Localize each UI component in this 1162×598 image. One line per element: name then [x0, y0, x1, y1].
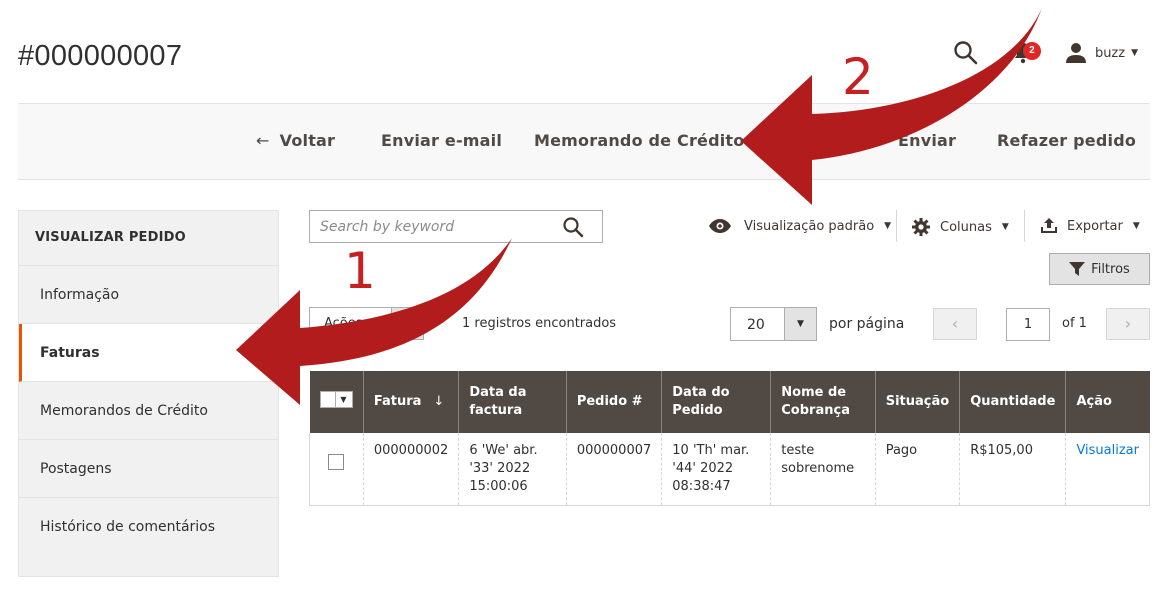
column-bill-name[interactable]: Nome de Cobrança — [770, 371, 876, 433]
per-page-value: 20 — [747, 317, 765, 333]
mass-select-header[interactable]: ▼ — [309, 371, 364, 433]
annotation-number-2: 2 — [842, 48, 874, 106]
user-menu[interactable]: buzz ▼ — [1065, 42, 1138, 64]
row-select-cell — [309, 433, 364, 506]
credit-memo-button[interactable]: Memorando de Crédito — [534, 131, 744, 150]
column-order[interactable]: Pedido # — [565, 371, 662, 433]
columns-label: Colunas — [940, 219, 992, 235]
chevron-down-icon: ▼ — [340, 394, 347, 404]
sidebar-item-comments-history[interactable]: Histórico de comentários — [19, 498, 278, 556]
next-page-button[interactable]: › — [1106, 308, 1150, 340]
sort-arrow-icon: ↓ — [433, 394, 445, 409]
column-order-date[interactable]: Data do Pedido — [661, 371, 771, 433]
export-icon — [1041, 218, 1057, 233]
status-cell: Pago — [874, 433, 960, 506]
ship-button[interactable]: Enviar — [898, 131, 956, 150]
view-label: Visualização padrão — [744, 218, 875, 234]
send-email-button[interactable]: Enviar e-mail — [381, 131, 502, 150]
per-page-select[interactable]: 20 ▼ — [730, 307, 817, 341]
export-label: Exportar — [1067, 218, 1123, 234]
filter-icon — [1069, 262, 1086, 276]
search-icon[interactable] — [562, 216, 584, 238]
chevron-down-icon: ▼ — [884, 221, 892, 231]
toolbar-divider — [1024, 210, 1025, 242]
eye-icon — [709, 219, 731, 233]
header-actions: 2 buzz ▼ — [953, 40, 1138, 66]
row-checkbox[interactable] — [328, 454, 344, 470]
invoice-cell: 000000002 — [362, 433, 459, 506]
column-amount[interactable]: Quantidade — [959, 371, 1066, 433]
user-name: buzz — [1094, 45, 1126, 61]
column-action: Ação — [1065, 371, 1150, 433]
order-date-cell: 10 'Th' mar. '44' 2022 08:38:47 — [661, 433, 771, 506]
filters-button[interactable]: Filtros — [1049, 253, 1150, 285]
chevron-down-icon[interactable]: ▼ — [784, 308, 816, 340]
column-invoice-date[interactable]: Data da factura — [458, 371, 567, 433]
mass-actions-toggle[interactable] — [391, 308, 423, 339]
user-icon — [1065, 43, 1086, 63]
view-invoice-link[interactable]: Visualizar — [1076, 443, 1139, 458]
bill-name-cell: teste sobrenome — [770, 433, 876, 506]
action-cell: Visualizar — [1065, 433, 1150, 506]
sidebar-item-information[interactable]: Informação — [19, 266, 278, 324]
records-found: 1 registros encontrados — [462, 316, 617, 331]
page-total: of 1 — [1062, 316, 1087, 331]
sidebar-item-credit-memos[interactable]: Memorandos de Crédito — [19, 382, 278, 440]
per-page-label: por página — [829, 316, 905, 332]
columns-button[interactable]: Colunas ▼ — [912, 218, 1009, 236]
sidebar-title: VISUALIZAR PEDIDO — [19, 211, 278, 266]
column-status[interactable]: Situação — [874, 371, 960, 433]
chevron-down-icon: ▼ — [1132, 221, 1140, 231]
order-view-sidebar: VISUALIZAR PEDIDO Informação Faturas Mem… — [18, 210, 279, 577]
notifications-button[interactable]: 2 — [1011, 40, 1041, 66]
chevron-left-icon: ‹ — [951, 314, 959, 333]
invoices-grid: ▼ Fatura ↓ Data da factura Pedido # Data … — [309, 371, 1150, 506]
table-row: 000000002 6 'We' abr. '33' 2022 15:00:06… — [309, 433, 1150, 506]
mass-select-checkbox[interactable]: ▼ — [319, 391, 353, 408]
notification-badge: 2 — [1022, 42, 1041, 60]
sidebar-item-shipments[interactable]: Postagens — [19, 440, 278, 498]
reorder-button[interactable]: Refazer pedido — [997, 131, 1136, 150]
invoice-date-cell: 6 'We' abr. '33' 2022 15:00:06 — [458, 433, 567, 506]
amount-cell: R$105,00 — [959, 433, 1066, 506]
mass-actions-label: Ações — [324, 316, 363, 331]
page-actions-bar: ← Voltar Enviar e-mail Memorando de Crédi… — [18, 103, 1150, 180]
column-invoice[interactable]: Fatura ↓ — [362, 371, 459, 433]
page-number-input[interactable]: 1 — [1006, 308, 1050, 341]
grid-search — [309, 210, 603, 243]
chevron-down-icon: ▼ — [1131, 48, 1138, 58]
chevron-right-icon: › — [1124, 314, 1132, 333]
annotation-number-1: 1 — [344, 242, 376, 300]
sidebar-item-invoices[interactable]: Faturas — [19, 324, 278, 382]
prev-page-button[interactable]: ‹ — [933, 308, 977, 340]
view-switcher[interactable]: Visualização padrão ▼ — [708, 218, 891, 234]
order-cell: 000000007 — [565, 433, 662, 506]
chevron-down-icon: ▼ — [1001, 222, 1009, 232]
back-button-label: Voltar — [279, 131, 336, 150]
back-button[interactable]: ← Voltar — [256, 131, 335, 150]
grid-header-row: ▼ Fatura ↓ Data da factura Pedido # Data … — [309, 371, 1150, 433]
page-title: #000000007 — [18, 40, 183, 72]
export-button[interactable]: Exportar ▼ — [1040, 218, 1140, 234]
arrow-left-icon: ← — [256, 131, 270, 150]
search-icon[interactable] — [953, 40, 979, 66]
mass-actions-select[interactable]: Ações — [309, 307, 424, 340]
filters-label: Filtros — [1091, 261, 1130, 277]
gear-icon — [912, 218, 930, 236]
search-input[interactable] — [310, 211, 550, 242]
toolbar-divider — [896, 210, 897, 242]
